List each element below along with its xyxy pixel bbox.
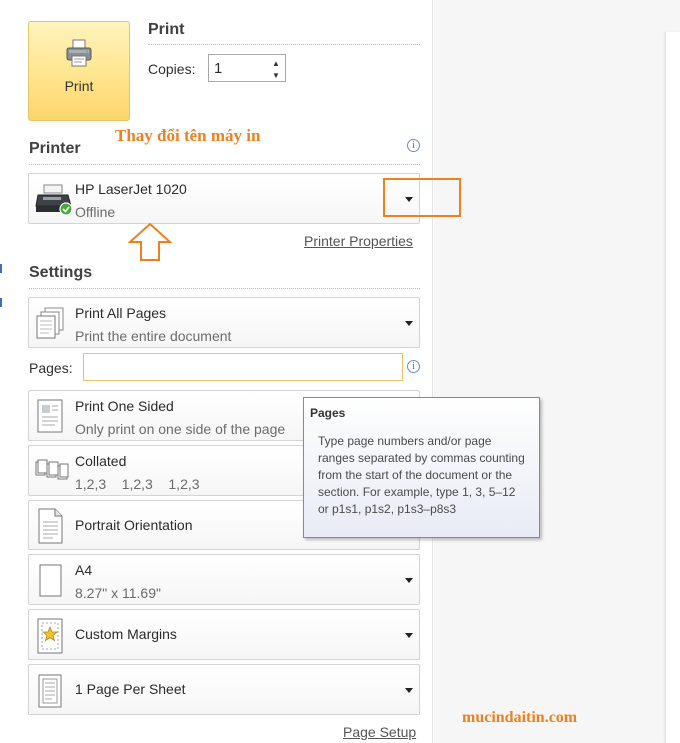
chevron-down-icon[interactable] [405, 688, 413, 693]
copies-label: Copies: [148, 61, 196, 77]
print-range-dropdown[interactable]: Print All Pages Print the entire documen… [28, 297, 420, 348]
sides-label: Print One Sided [75, 398, 174, 414]
printer-section-title: Printer [29, 140, 81, 157]
paper-size-label: A4 [75, 562, 93, 578]
chevron-down-icon[interactable] [405, 321, 413, 326]
arrow-up-icon [128, 222, 172, 261]
print-preview-area [434, 0, 680, 743]
print-button-label: Print [64, 78, 94, 94]
divider [29, 288, 420, 289]
pages-per-sheet-label: 1 Page Per Sheet [75, 681, 186, 697]
paper-icon [39, 564, 62, 597]
printer-icon [66, 39, 92, 67]
collated-pages-icon [35, 459, 69, 480]
pages-per-sheet-dropdown[interactable]: 1 Page Per Sheet [28, 664, 420, 715]
divider [29, 164, 420, 165]
spin-down-icon[interactable]: ▼ [270, 69, 282, 81]
spin-up-icon[interactable]: ▲ [270, 57, 282, 69]
margins-label: Custom Margins [75, 626, 177, 642]
portrait-page-icon [38, 508, 63, 544]
edge-marker [0, 264, 2, 273]
info-icon[interactable]: i [407, 360, 420, 373]
settings-section-title: Settings [29, 264, 93, 281]
chevron-down-icon[interactable] [405, 578, 413, 583]
print-range-description: Print the entire document [75, 328, 232, 344]
pages-input[interactable] [83, 353, 403, 381]
pages-tooltip: Pages Type page numbers and/or page rang… [303, 397, 540, 538]
collation-label: Collated [75, 453, 127, 469]
divider [148, 44, 420, 45]
paper-size-dropdown[interactable]: A4 8.27" x 11.69" [28, 554, 420, 605]
paper-size-description: 8.27" x 11.69" [75, 585, 161, 601]
annotation-text: Thay đổi tên máy in [115, 126, 261, 145]
collation-description: 1,2,3 1,2,3 1,2,3 [75, 476, 200, 492]
chevron-down-icon[interactable] [405, 633, 413, 638]
tooltip-body: Type page numbers and/or page ranges sep… [318, 434, 525, 516]
page-per-sheet-icon [38, 674, 62, 708]
page-setup-link[interactable]: Page Setup [343, 724, 416, 740]
print-section-title: Print [148, 21, 185, 38]
orientation-label: Portrait Orientation [75, 517, 193, 533]
copies-stepper[interactable]: 1 ▲ ▼ [208, 54, 286, 82]
edge-marker [0, 298, 2, 307]
print-range-label: Print All Pages [75, 305, 167, 321]
sides-description: Only print on one side of the page [75, 421, 286, 437]
printer-properties-link[interactable]: Printer Properties [304, 233, 413, 249]
copies-value: 1 [214, 60, 223, 77]
printer-dropdown[interactable]: HP LaserJet 1020 Offline [28, 173, 420, 224]
pages-label: Pages: [29, 360, 73, 376]
custom-margins-icon [37, 618, 63, 654]
annotation-highlight-box [383, 178, 461, 217]
printer-name: HP LaserJet 1020 [75, 181, 187, 197]
info-icon[interactable]: i [407, 139, 420, 152]
preview-page [665, 32, 680, 743]
margins-dropdown[interactable]: Custom Margins [28, 609, 420, 660]
printer-device-icon [35, 184, 73, 216]
tooltip-title: Pages [310, 406, 346, 420]
one-sided-page-icon [37, 399, 63, 433]
print-button[interactable]: Print [28, 21, 130, 121]
print-settings-panel: Print Print Copies: 1 ▲ ▼ Printer i HP L… [0, 0, 433, 743]
printer-status: Offline [75, 204, 116, 220]
watermark: mucindaitin.com [462, 709, 578, 726]
pages-icon [36, 307, 64, 339]
